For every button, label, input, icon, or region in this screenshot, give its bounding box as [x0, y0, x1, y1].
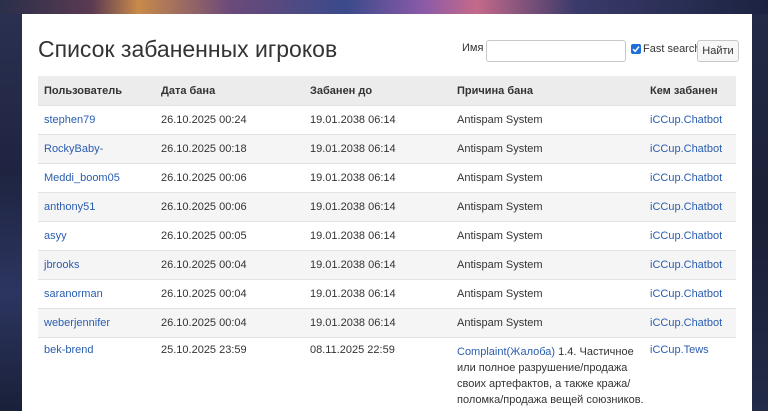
- cell-banned-until: 19.01.2038 06:14: [304, 279, 451, 309]
- cell-ban-date: 26.10.2025 00:06: [155, 192, 304, 222]
- background-banner: [0, 0, 768, 14]
- header-banned-until: Забанен до: [304, 76, 451, 106]
- checkmark-icon: [632, 46, 640, 53]
- fast-search-checkbox[interactable]: [631, 44, 641, 54]
- header-ban-date: Дата бана: [155, 76, 304, 106]
- cell-banned-by: iCCup.Chatbot: [644, 163, 736, 193]
- cell-user: jbrooks: [38, 250, 155, 280]
- table-row: stephen79 26.10.2025 00:24 19.01.2038 06…: [38, 105, 736, 135]
- cell-user: stephen79: [38, 105, 155, 135]
- banned-by-link[interactable]: iCCup.Chatbot: [650, 230, 722, 242]
- cell-banned-until: 19.01.2038 06:14: [304, 250, 451, 280]
- cell-ban-date: 25.10.2025 23:59: [155, 337, 304, 408]
- cell-ban-date: 26.10.2025 00:05: [155, 221, 304, 251]
- cell-banned-until: 19.01.2038 06:14: [304, 308, 451, 338]
- table-row: bek-brend 25.10.2025 23:59 08.11.2025 22…: [38, 337, 736, 408]
- fast-search-toggle[interactable]: Fast search: [631, 43, 700, 55]
- user-link[interactable]: weberjennifer: [44, 317, 110, 329]
- cell-user: Meddi_boom05: [38, 163, 155, 193]
- banned-by-link[interactable]: iCCup.Chatbot: [650, 143, 722, 155]
- cell-user: anthony51: [38, 192, 155, 222]
- background-side-right: [752, 14, 768, 411]
- cell-ban-date: 26.10.2025 00:04: [155, 279, 304, 309]
- banned-by-link[interactable]: iCCup.Chatbot: [650, 172, 722, 184]
- cell-banned-by: iCCup.Chatbot: [644, 192, 736, 222]
- cell-ban-date: 26.10.2025 00:04: [155, 250, 304, 280]
- cell-banned-until: 19.01.2038 06:14: [304, 163, 451, 193]
- user-link[interactable]: RockyBaby-: [44, 143, 103, 155]
- header-banned-by: Кем забанен: [644, 76, 736, 106]
- user-link[interactable]: asyy: [44, 230, 67, 242]
- cell-banned-until: 19.01.2038 06:14: [304, 221, 451, 251]
- search-input[interactable]: [486, 40, 626, 62]
- find-button[interactable]: Найти: [697, 40, 739, 62]
- cell-user: saranorman: [38, 279, 155, 309]
- cell-ban-date: 26.10.2025 00:04: [155, 308, 304, 338]
- user-link[interactable]: saranorman: [44, 288, 103, 300]
- cell-reason: Complaint(Жалоба) 1.4. Частичное или пол…: [451, 337, 644, 408]
- cell-banned-by: iCCup.Chatbot: [644, 308, 736, 338]
- cell-reason: Antispam System: [451, 279, 644, 309]
- header-reason: Причина бана: [451, 76, 644, 106]
- page-title: Список забаненных игроков: [38, 36, 338, 62]
- cell-reason: Antispam System: [451, 221, 644, 251]
- user-link[interactable]: stephen79: [44, 114, 95, 126]
- cell-banned-by: iCCup.Chatbot: [644, 221, 736, 251]
- table-row: Meddi_boom05 26.10.2025 00:06 19.01.2038…: [38, 163, 736, 193]
- cell-reason: Antispam System: [451, 105, 644, 135]
- cell-reason: Antispam System: [451, 192, 644, 222]
- cell-banned-until: 19.01.2038 06:14: [304, 192, 451, 222]
- search-label: Имя: [462, 42, 484, 54]
- banned-by-link[interactable]: iCCup.Chatbot: [650, 288, 722, 300]
- complaint-link[interactable]: Complaint(Жалоба): [457, 346, 555, 358]
- banned-by-link[interactable]: iCCup.Chatbot: [650, 317, 722, 329]
- user-link[interactable]: anthony51: [44, 201, 95, 213]
- table-row: asyy 26.10.2025 00:05 19.01.2038 06:14 A…: [38, 221, 736, 251]
- table-row: saranorman 26.10.2025 00:04 19.01.2038 0…: [38, 279, 736, 309]
- cell-user: asyy: [38, 221, 155, 251]
- cell-ban-date: 26.10.2025 00:24: [155, 105, 304, 135]
- table-row: jbrooks 26.10.2025 00:04 19.01.2038 06:1…: [38, 250, 736, 280]
- cell-reason: Antispam System: [451, 163, 644, 193]
- cell-banned-until: 19.01.2038 06:14: [304, 105, 451, 135]
- cell-reason: Antispam System: [451, 250, 644, 280]
- table-row: anthony51 26.10.2025 00:06 19.01.2038 06…: [38, 192, 736, 222]
- cell-banned-by: iCCup.Chatbot: [644, 134, 736, 164]
- cell-user: bek-brend: [38, 337, 155, 408]
- banned-by-link[interactable]: iCCup.Chatbot: [650, 114, 722, 126]
- table-header-row: Пользователь Дата бана Забанен до Причин…: [38, 76, 736, 106]
- cell-reason: Antispam System: [451, 308, 644, 338]
- banned-players-table: Пользователь Дата бана Забанен до Причин…: [38, 76, 736, 408]
- table-row: weberjennifer 26.10.2025 00:04 19.01.203…: [38, 308, 736, 338]
- background-side-left: [0, 14, 22, 411]
- cell-ban-date: 26.10.2025 00:18: [155, 134, 304, 164]
- header-user: Пользователь: [38, 76, 155, 106]
- cell-banned-until: 19.01.2038 06:14: [304, 134, 451, 164]
- fast-search-label: Fast search: [643, 43, 701, 55]
- cell-banned-by: iCCup.Chatbot: [644, 279, 736, 309]
- cell-user: weberjennifer: [38, 308, 155, 338]
- user-link[interactable]: jbrooks: [44, 259, 79, 271]
- banned-by-link[interactable]: iCCup.Tews: [650, 344, 709, 356]
- cell-user: RockyBaby-: [38, 134, 155, 164]
- cell-banned-by: iCCup.Chatbot: [644, 105, 736, 135]
- cell-banned-until: 08.11.2025 22:59: [304, 337, 451, 408]
- cell-banned-by: iCCup.Tews: [644, 337, 736, 408]
- cell-banned-by: iCCup.Chatbot: [644, 250, 736, 280]
- content-panel: Список забаненных игроков Имя Fast searc…: [22, 14, 752, 411]
- banned-by-link[interactable]: iCCup.Chatbot: [650, 201, 722, 213]
- table-row: RockyBaby- 26.10.2025 00:18 19.01.2038 0…: [38, 134, 736, 164]
- cell-reason: Antispam System: [451, 134, 644, 164]
- user-link[interactable]: bek-brend: [44, 344, 94, 356]
- banned-by-link[interactable]: iCCup.Chatbot: [650, 259, 722, 271]
- user-link[interactable]: Meddi_boom05: [44, 172, 120, 184]
- cell-ban-date: 26.10.2025 00:06: [155, 163, 304, 193]
